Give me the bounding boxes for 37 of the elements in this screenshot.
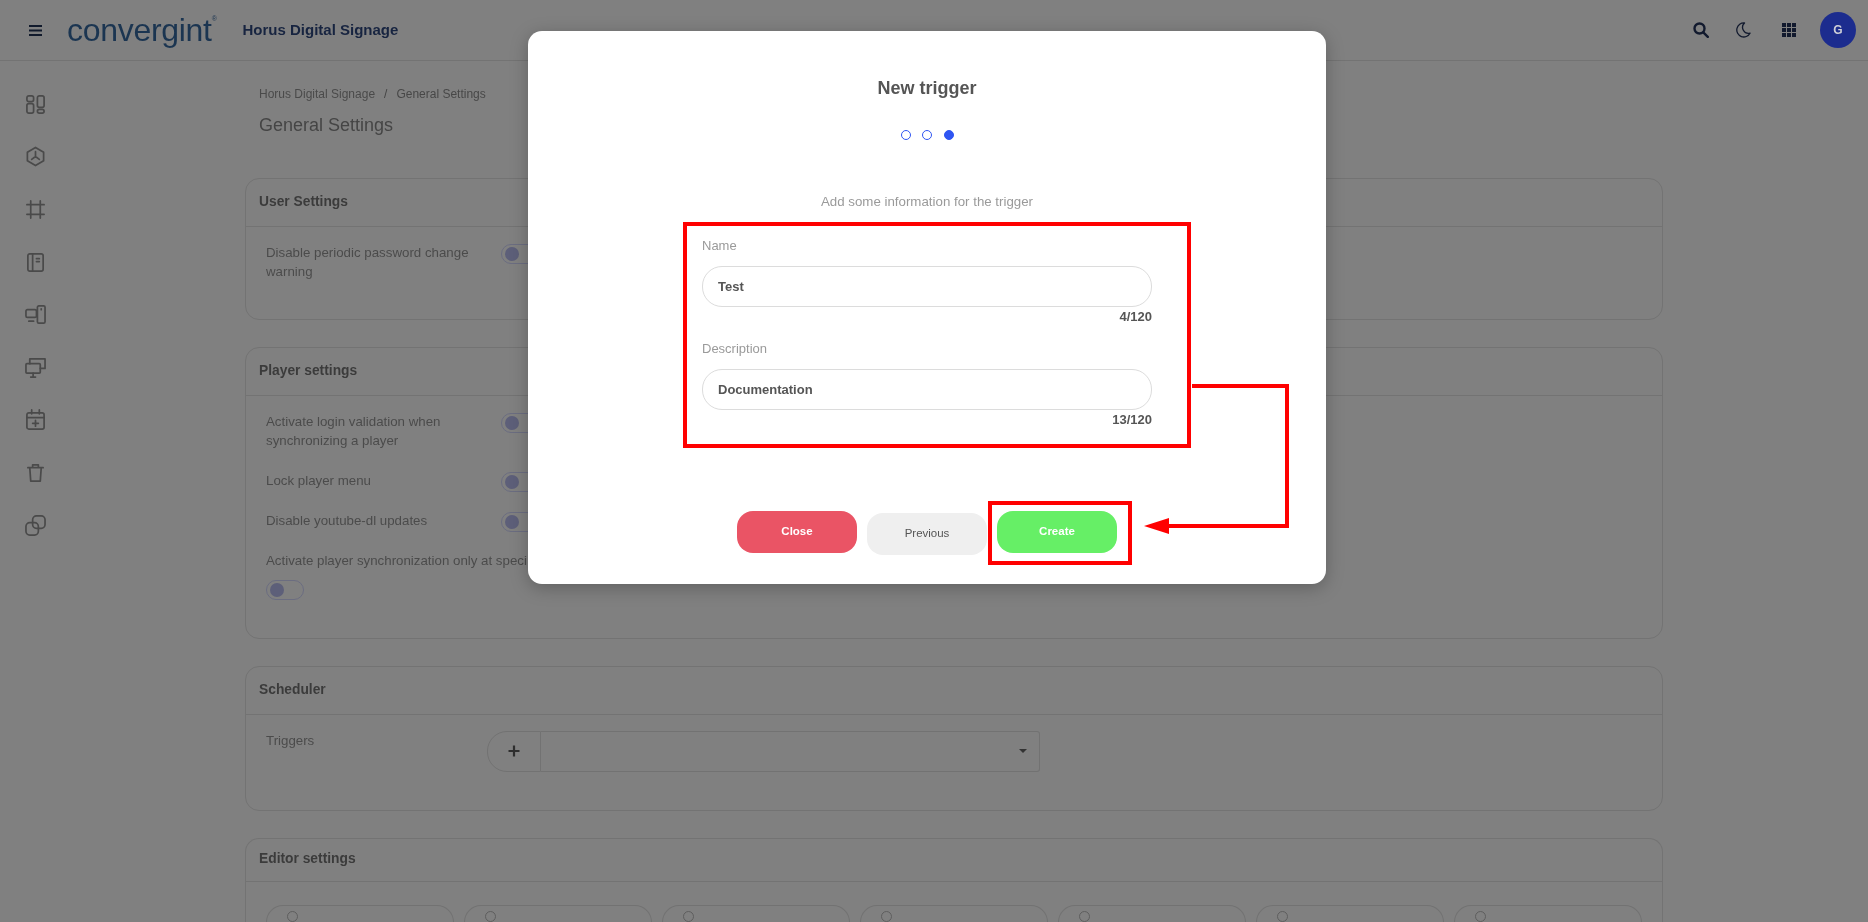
moon-icon[interactable] <box>1735 22 1751 38</box>
select-field[interactable] <box>541 730 1040 772</box>
page-title: General Settings <box>259 114 394 136</box>
section-title: User Settings <box>259 192 348 211</box>
field-label: Name <box>702 237 737 253</box>
grid-icon[interactable] <box>1782 23 1796 37</box>
search-icon[interactable] <box>1693 22 1709 38</box>
trash-icon[interactable] <box>24 461 46 483</box>
text-field[interactable]: Documentation <box>702 369 1152 410</box>
calendar-plus-icon[interactable] <box>24 409 46 431</box>
close-button[interactable]: Close <box>737 511 857 553</box>
dialog-subtitle: Add some information for the trigger <box>820 193 1034 209</box>
devices-icon[interactable] <box>24 304 46 326</box>
section-title: Scheduler <box>259 680 326 699</box>
menu-icon[interactable] <box>29 24 42 36</box>
character-counter: 4/120 <box>1119 310 1152 324</box>
previous-button[interactable]: Previous <box>867 513 987 555</box>
overlapping-squares-icon[interactable] <box>24 514 46 536</box>
dialog-title: New trigger <box>877 77 977 99</box>
text-field[interactable]: Test <box>702 266 1152 307</box>
section-title: Editor settings <box>259 850 356 869</box>
add-button[interactable] <box>487 730 541 772</box>
character-counter: 13/120 <box>1112 413 1152 427</box>
monitors-icon[interactable] <box>24 356 46 378</box>
brand-logo: convergint$^{®}$ <box>67 14 217 46</box>
caret-icon <box>1019 749 1027 753</box>
user-avatar[interactable]: G <box>1820 12 1856 48</box>
breadcrumb-separator: / <box>383 86 389 102</box>
app-title: Horus Digital Signage <box>242 19 399 40</box>
section-title: Player settings <box>259 361 358 380</box>
frame-icon[interactable] <box>24 199 46 220</box>
breadcrumb-current: General Settings <box>396 86 486 102</box>
field-label: Description <box>702 340 768 356</box>
plus-icon <box>508 745 520 757</box>
hexagon-icon[interactable] <box>24 146 46 168</box>
book-icon[interactable] <box>24 251 46 273</box>
layout-icon[interactable] <box>24 93 46 115</box>
